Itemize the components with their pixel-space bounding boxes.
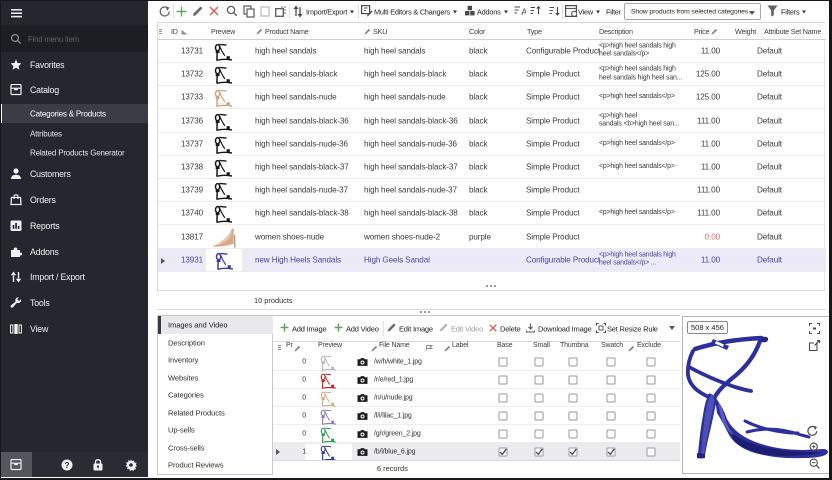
svg-text:?: ?: [64, 460, 69, 470]
svg-text:A: A: [521, 7, 526, 17]
